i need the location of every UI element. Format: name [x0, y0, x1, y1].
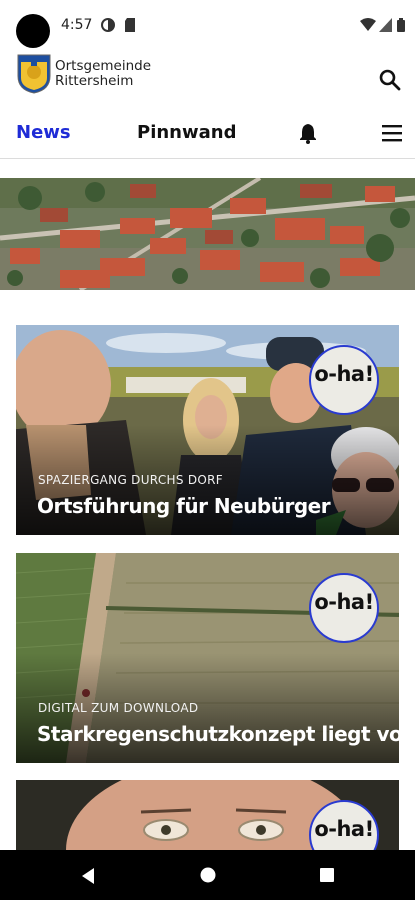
news-card[interactable]: o-ha!	[16, 780, 399, 850]
coat-of-arms-logo[interactable]	[17, 54, 51, 94]
tab-pinnwand[interactable]: Pinnwand	[137, 122, 236, 143]
sd-card-icon	[125, 18, 135, 32]
back-icon[interactable]	[80, 867, 96, 885]
oha-badge-text: o-ha!	[314, 590, 374, 614]
search-icon[interactable]	[378, 68, 402, 92]
oha-badge: o-ha!	[309, 345, 379, 415]
organization-name: Ortsgemeinde Rittersheim	[55, 59, 151, 89]
hero-aerial-image	[0, 178, 415, 290]
village-aerial-photo	[0, 178, 415, 290]
article-category: DIGITAL ZUM DOWNLOAD	[38, 701, 199, 715]
signal-icon	[379, 18, 392, 32]
system-navigation-bar	[0, 850, 415, 900]
wifi-icon	[360, 18, 376, 31]
oha-badge: o-ha!	[309, 573, 379, 643]
status-bar: 4:57	[0, 0, 415, 48]
organization-name-line1: Ortsgemeinde	[55, 58, 152, 74]
recents-icon[interactable]	[319, 867, 335, 883]
oha-badge-text: o-ha!	[314, 817, 374, 841]
battery-icon	[397, 18, 405, 32]
article-category: SPAZIERGANG DURCHS DORF	[38, 473, 223, 487]
camera-cutout	[16, 14, 50, 48]
article-title[interactable]: Ortsführung für Neubürger	[37, 494, 331, 518]
status-time: 4:57	[61, 17, 93, 33]
hamburger-menu-icon[interactable]	[382, 124, 402, 142]
main-navigation: News Pinnwand	[0, 110, 415, 159]
news-card[interactable]: o-ha! SPAZIERGANG DURCHS DORF Ortsführun…	[16, 325, 399, 535]
home-icon[interactable]	[200, 867, 216, 883]
bell-icon[interactable]	[297, 122, 319, 144]
news-card[interactable]: o-ha! DIGITAL ZUM DOWNLOAD Starkregensch…	[16, 553, 399, 763]
oha-badge-text: o-ha!	[314, 362, 374, 386]
article-title[interactable]: Starkregenschutzkonzept liegt vor	[37, 722, 399, 746]
tab-news[interactable]: News	[16, 122, 71, 143]
app-header: Ortsgemeinde Rittersheim	[0, 48, 415, 100]
organization-name-line2: Rittersheim	[55, 73, 134, 89]
circle-status-icon	[101, 18, 115, 32]
